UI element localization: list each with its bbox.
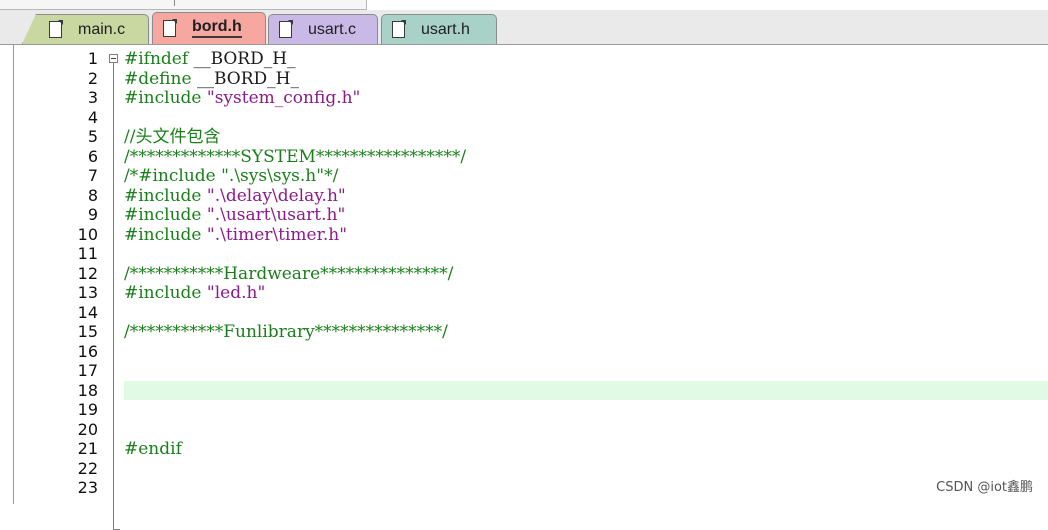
code-line[interactable]: 23: [14, 478, 1048, 498]
tab-usart-c[interactable]: usart.c: [268, 14, 378, 44]
line-number: 1: [87, 49, 98, 68]
toolbar-mark: [174, 0, 175, 6]
code-text: //头文件包含: [124, 127, 220, 147]
code-line[interactable]: 16: [14, 342, 1048, 362]
current-line-highlight: [124, 380, 1048, 400]
line-number: 3: [87, 88, 98, 107]
file-icon: [163, 20, 176, 37]
code-token: /*************SYSTEM*****************/: [124, 146, 467, 167]
code-text: #include ".\usart\usart.h": [124, 205, 345, 225]
line-number: 7: [87, 166, 98, 185]
code-token: #define: [124, 68, 197, 89]
line-number: 21: [77, 439, 98, 458]
code-token: #include: [124, 185, 207, 206]
code-token: #endif: [124, 439, 182, 459]
code-token: ".\delay\delay.h": [206, 185, 346, 206]
code-text: #define __BORD_H_: [124, 69, 299, 89]
code-token: //头文件包含: [124, 127, 221, 147]
file-tab-bar: main.c bord.h usart.c usart.h: [0, 10, 1048, 45]
code-token: ".\usart\usart.h": [206, 205, 346, 225]
line-number: 9: [87, 205, 98, 224]
code-text: /*#include ".\sys\sys.h"*/: [124, 166, 338, 186]
code-token: __BORD_H_: [196, 68, 299, 89]
tab-usart-h[interactable]: usart.h: [381, 14, 497, 44]
code-token: /***********Hardweare***************/: [124, 263, 454, 284]
code-token: ".\timer\timer.h": [206, 224, 348, 245]
code-token: /***********Funlibrary***************/: [124, 322, 448, 342]
line-number: 17: [77, 361, 98, 380]
code-line[interactable]: 20: [14, 420, 1048, 440]
code-token: #ifndef: [124, 49, 194, 69]
line-number: 18: [77, 380, 98, 400]
code-text: /*************SYSTEM*****************/: [124, 147, 466, 167]
code-line[interactable]: 7 /*#include ".\sys\sys.h"*/: [14, 166, 1048, 186]
code-token: #include: [124, 205, 207, 225]
line-number: 5: [87, 127, 98, 146]
code-text: #include ".\delay\delay.h": [124, 186, 346, 206]
code-token: "led.h": [206, 283, 266, 303]
file-icon: [392, 21, 405, 38]
code-line[interactable]: 15 /***********Funlibrary***************/: [14, 322, 1048, 342]
line-number: 11: [77, 244, 98, 263]
code-line[interactable]: 17: [14, 361, 1048, 381]
code-token: __BORD_H_: [193, 49, 296, 69]
tab-label: usart.c: [308, 20, 357, 38]
code-line[interactable]: 12 /***********Hardweare***************/: [14, 264, 1048, 284]
code-text: #include "led.h": [124, 283, 265, 303]
line-number: 20: [77, 419, 98, 439]
code-line[interactable]: 6 /*************SYSTEM*****************/: [14, 147, 1048, 167]
code-line[interactable]: 4: [14, 108, 1048, 128]
code-token: #include: [124, 88, 207, 108]
line-number: 22: [77, 458, 98, 478]
line-number: 15: [77, 322, 98, 341]
watermark: CSDN @iot鑫鹏: [936, 480, 1033, 495]
tab-bord-h[interactable]: bord.h: [152, 12, 266, 44]
code-line[interactable]: 14: [14, 303, 1048, 323]
code-editor[interactable]: 1 #ifndef __BORD_H_ 2 #define __BORD_H_ 3 #in…: [13, 45, 1048, 530]
code-line[interactable]: 5 //头文件包含: [14, 127, 1048, 147]
line-number: 2: [87, 68, 98, 88]
line-number: 6: [87, 146, 98, 166]
code-line[interactable]: 19: [14, 400, 1048, 420]
code-line[interactable]: 9 #include ".\usart\usart.h": [14, 205, 1048, 225]
code-line[interactable]: 11: [14, 244, 1048, 264]
code-text: #include "system_config.h": [124, 88, 360, 108]
code-token: "system_config.h": [206, 88, 361, 108]
code-line[interactable]: 8 #include ".\delay\delay.h": [14, 186, 1048, 206]
toolbar-remnant: [0, 0, 367, 10]
tab-label: usart.h: [421, 20, 470, 38]
code-text: #include ".\timer\timer.h": [124, 225, 347, 245]
code-token: /*#include ".\sys\sys.h"*/: [124, 166, 339, 186]
tab-label: main.c: [78, 20, 126, 38]
code-line[interactable]: 2 #define __BORD_H_: [14, 69, 1048, 89]
code-line[interactable]: 10 #include ".\timer\timer.h": [14, 225, 1048, 245]
line-number: 12: [77, 263, 98, 283]
code-line[interactable]: 13 #include "led.h": [14, 283, 1048, 303]
tab-label: bord.h: [192, 19, 242, 38]
code-text: #ifndef __BORD_H_: [124, 49, 296, 69]
line-number: 10: [77, 224, 98, 244]
code-token: #include: [124, 224, 207, 245]
line-number: 23: [77, 478, 98, 497]
code-line[interactable]: 1 #ifndef __BORD_H_: [14, 49, 1048, 69]
line-number: 19: [77, 400, 98, 419]
line-number: 4: [87, 107, 98, 127]
code-text: /***********Funlibrary***************/: [124, 322, 448, 342]
line-number: 8: [87, 185, 98, 205]
code-line[interactable]: 22: [14, 459, 1048, 479]
code-line[interactable]: 18: [14, 380, 1048, 401]
line-number: 13: [77, 283, 98, 302]
line-number: 16: [77, 341, 98, 361]
code-token: #include: [124, 283, 207, 303]
code-text: #endif: [124, 439, 182, 459]
tab-main-c[interactable]: main.c: [22, 14, 149, 44]
file-icon: [279, 21, 292, 38]
line-number: 14: [77, 302, 98, 322]
code-text: /***********Hardweare***************/: [124, 264, 453, 284]
code-line[interactable]: 21 #endif: [14, 439, 1048, 459]
top-strip: [0, 0, 1048, 10]
code-line[interactable]: 3 #include "system_config.h": [14, 88, 1048, 108]
file-icon: [49, 21, 62, 38]
